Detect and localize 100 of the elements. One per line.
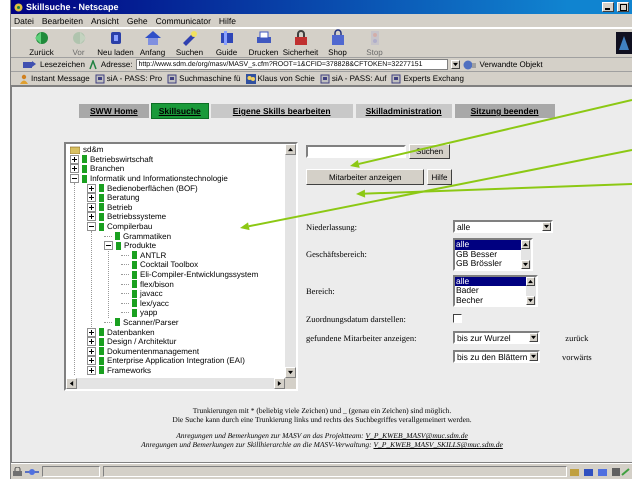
menu-item[interactable]: Ansicht	[90, 16, 119, 26]
tree-item[interactable]: Datenbanken	[107, 328, 155, 337]
plus-icon[interactable]	[87, 346, 96, 356]
padlock-icon[interactable]	[13, 467, 22, 476]
plus-icon[interactable]	[87, 337, 96, 346]
down-arrow-icon[interactable]	[452, 62, 458, 67]
minimize-button[interactable]	[602, 2, 614, 12]
search-field[interactable]	[306, 145, 406, 158]
maximize-button[interactable]	[617, 2, 629, 12]
up-arrow-icon[interactable]	[523, 242, 528, 247]
up-arrow-icon[interactable]	[288, 147, 293, 152]
plus-icon[interactable]	[87, 328, 96, 337]
list-box[interactable]: alle GB Besser GB Brössler	[453, 238, 533, 270]
tree-item[interactable]: Betriebssysteme	[107, 212, 166, 222]
tree-item[interactable]: Beratung	[107, 193, 140, 202]
checkbox[interactable]	[453, 314, 462, 323]
nav-tab[interactable]: Skilladministration	[356, 104, 452, 118]
left-arrow-icon[interactable]	[69, 381, 74, 386]
tree-item[interactable]: Frameworks	[107, 366, 152, 375]
person-icon	[19, 74, 29, 84]
toolbar-button[interactable]: Guide	[208, 29, 245, 57]
nav-tab[interactable]: Eigene Skills bearbeiten	[210, 104, 353, 118]
list-box[interactable]: alle Bader Becher	[453, 274, 538, 307]
minus-icon[interactable]	[87, 222, 96, 232]
right-arrow-icon[interactable]	[277, 381, 282, 386]
tree-item[interactable]: Produkte	[124, 241, 156, 250]
bookmark-link[interactable]: Suchmaschine fü	[167, 74, 241, 84]
tree-item[interactable]: yapp	[140, 308, 158, 318]
down-arrow-icon[interactable]	[523, 262, 528, 266]
nav-tab[interactable]: Skillsuche	[152, 104, 208, 118]
plus-icon[interactable]	[87, 366, 96, 375]
dropdown[interactable]: bis zu den Blättern	[453, 350, 540, 363]
tree-item[interactable]: Betriebswirtschaft	[90, 154, 154, 164]
toolbar-button[interactable]: Shop	[319, 29, 356, 57]
node-icon	[115, 318, 120, 326]
address-label: Adresse:	[100, 60, 132, 69]
bookmark-link[interactable]: siA - PASS: Auf	[320, 74, 386, 84]
list-option[interactable]: alle	[455, 276, 526, 286]
toolbar-button[interactable]: Zurück	[23, 29, 60, 57]
tree-item[interactable]: Scanner/Parser	[123, 318, 179, 327]
vertical-scrollbar[interactable]	[285, 144, 296, 378]
bookmarks-label[interactable]: Lesezeichen	[40, 60, 85, 69]
bookmark-link[interactable]: Experts Exchang	[391, 74, 464, 84]
minus-icon[interactable]	[104, 241, 113, 250]
tree-item[interactable]: flex/bison	[140, 280, 174, 289]
help-button[interactable]: Hilfe	[427, 169, 452, 185]
tree-item[interactable]: Cocktail Toolbox	[140, 260, 198, 270]
plus-icon[interactable]	[70, 164, 79, 174]
toolbar-button[interactable]: Neu laden	[97, 29, 134, 57]
plus-icon[interactable]	[87, 356, 96, 366]
tree-item[interactable]: Grammatiken	[123, 232, 172, 241]
menu-item[interactable]: Datei	[14, 16, 34, 26]
dropdown[interactable]: bis zur Wurzel	[453, 331, 540, 344]
bookmarks-icon[interactable]	[23, 60, 37, 69]
menu-item[interactable]: Hilfe	[218, 16, 236, 26]
nav-tab[interactable]: SWW Home	[79, 104, 149, 118]
history-dropdown[interactable]	[450, 60, 460, 69]
tree-item[interactable]: Branchen	[90, 164, 124, 174]
bookmark-link[interactable]: Instant Message	[19, 74, 90, 84]
tree-item[interactable]: Design / Architektur	[107, 337, 176, 346]
window-title: Skillsuche - Netscape	[26, 2, 120, 12]
list-option[interactable]: alle	[455, 240, 521, 250]
related-label[interactable]: Verwandte Objekt	[480, 60, 543, 69]
plus-icon[interactable]	[87, 184, 96, 193]
toolbar-button[interactable]: Sicherheit	[282, 29, 319, 57]
nav-tab[interactable]: Sitzung beenden	[454, 104, 555, 118]
toolbar-button[interactable]: Anfang	[134, 29, 171, 57]
tree-item[interactable]: Informatik und Informationstechnologie	[90, 174, 228, 184]
tree-item[interactable]: Eli-Compiler-Entwicklungssystem	[140, 270, 258, 280]
down-arrow-icon[interactable]	[288, 370, 293, 375]
tree-item[interactable]: Dokumentenmanagement	[107, 346, 200, 356]
tree-item[interactable]: Betrieb	[107, 202, 132, 212]
bookmark-link[interactable]: siA - PASS: Pro	[94, 74, 162, 84]
plus-icon[interactable]	[87, 212, 96, 222]
down-arrow-icon[interactable]	[528, 298, 533, 303]
menu-item[interactable]: Bearbeiten	[42, 16, 83, 26]
dropdown[interactable]: alle	[453, 220, 553, 233]
down-arrow-icon[interactable]	[531, 354, 536, 359]
toolbar-button[interactable]: Drucken	[245, 29, 282, 57]
plus-icon[interactable]	[87, 193, 96, 202]
component-bar-drawing[interactable]	[570, 466, 630, 476]
plus-icon[interactable]	[70, 154, 79, 164]
down-arrow-icon[interactable]	[544, 224, 549, 229]
menu-item[interactable]: Gehe	[126, 16, 148, 26]
tree-item[interactable]: sd&m	[83, 145, 104, 154]
show-employees-button[interactable]: Mitarbeiter anzeigen	[306, 169, 424, 185]
down-arrow-icon[interactable]	[531, 335, 536, 340]
bookmark-link[interactable]: Klaus von Schie	[246, 74, 315, 84]
plus-icon[interactable]	[87, 202, 96, 212]
tree-item[interactable]: Compilerbau	[107, 222, 152, 232]
tree-item[interactable]: javacc	[140, 289, 163, 298]
menu-item[interactable]: Communicator	[156, 16, 211, 26]
tree-item[interactable]: lex/yacc	[140, 298, 169, 308]
minus-icon[interactable]	[70, 174, 79, 184]
tree-item[interactable]: Bedienoberflächen (BOF)	[107, 184, 198, 193]
up-arrow-icon[interactable]	[528, 278, 533, 284]
tree-item[interactable]: ANTLR	[140, 250, 166, 260]
tree-item[interactable]: Enterprise Application Integration (EAI)	[107, 356, 245, 366]
horizontal-scrollbar[interactable]	[66, 378, 285, 389]
toolbar-button[interactable]: Suchen	[171, 29, 208, 57]
